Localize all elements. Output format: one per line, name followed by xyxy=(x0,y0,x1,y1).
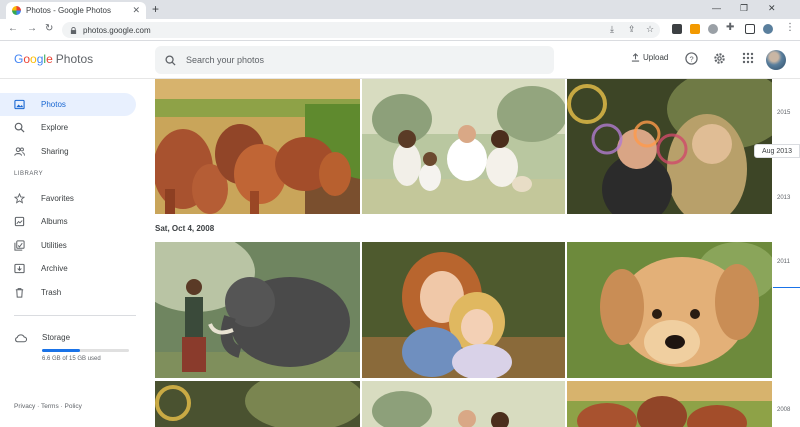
sidebar-item-utilities[interactable]: Utilities xyxy=(0,234,136,257)
photo-elephants-partial[interactable] xyxy=(567,381,772,427)
extension-icon[interactable] xyxy=(690,24,700,34)
extension-icon[interactable] xyxy=(672,24,682,34)
browser-toolbar: ← → ↻ photos.google.com ⤓ ⇪ ☆ ✚ ⋮ xyxy=(0,19,800,41)
minimize-icon[interactable]: — xyxy=(712,3,721,13)
sidebar-item-albums[interactable]: Albums xyxy=(0,210,136,233)
svg-text:?: ? xyxy=(689,54,693,63)
google-photos-logo[interactable]: Google Photos xyxy=(14,52,93,66)
cloud-icon xyxy=(15,334,27,343)
archive-icon xyxy=(14,263,25,274)
trash-icon xyxy=(15,288,24,298)
sidebar-item-photos[interactable]: Photos xyxy=(0,93,136,116)
search-icon xyxy=(14,122,25,133)
puzzle-icon[interactable]: ✚ xyxy=(726,22,734,33)
scrubber-date-tooltip: Aug 2013 xyxy=(754,144,800,158)
maximize-icon[interactable]: ❐ xyxy=(740,3,748,14)
library-section-label: LIBRARY xyxy=(14,171,44,177)
search-box[interactable] xyxy=(155,46,554,74)
browser-tab[interactable]: Photos - Google Photos ✕ xyxy=(6,2,146,19)
sidebar-item-favorites[interactable]: Favorites xyxy=(0,187,136,210)
photo-elephants[interactable] xyxy=(155,79,360,214)
close-window-icon[interactable]: ✕ xyxy=(768,3,776,14)
tab-title: Photos - Google Photos xyxy=(26,6,111,15)
scrubber-year: 2008 xyxy=(777,407,791,413)
photo-icon xyxy=(14,99,25,110)
sidepanel-icon[interactable] xyxy=(745,24,755,34)
scrubber-year: 2011 xyxy=(777,259,790,265)
scrubber-year: 2013 xyxy=(777,195,791,201)
profile-icon[interactable] xyxy=(763,24,773,34)
photo-hugging-girls[interactable] xyxy=(362,242,565,378)
privacy-link[interactable]: Privacy xyxy=(14,403,35,410)
download-icon[interactable]: ⤓ xyxy=(610,24,614,35)
timeline-scrubber[interactable]: 2015 2013 2011 2008 xyxy=(773,79,800,427)
forward-icon[interactable]: → xyxy=(27,23,37,34)
search-icon[interactable] xyxy=(165,54,176,66)
close-tab-icon[interactable]: ✕ xyxy=(132,5,140,16)
star-icon xyxy=(14,193,25,204)
scrubber-year: 2015 xyxy=(777,110,791,116)
photo-woman-with-elephant[interactable] xyxy=(155,242,360,378)
photo-bubbles-partial[interactable] xyxy=(155,381,360,427)
sidebar-item-explore[interactable]: Explore xyxy=(0,116,136,139)
gear-icon[interactable] xyxy=(713,52,726,65)
storage-label: Storage xyxy=(42,333,71,342)
url-text: photos.google.com xyxy=(83,25,151,35)
upload-icon xyxy=(631,53,640,62)
upload-button[interactable]: Upload xyxy=(631,53,668,62)
sidebar-item-archive[interactable]: Archive xyxy=(0,257,136,280)
sidebar: Photos Explore Sharing LIBRARY Favorites… xyxy=(0,79,148,427)
menu-icon[interactable]: ⋮ xyxy=(785,22,795,33)
photo-family-on-grass[interactable] xyxy=(362,79,565,214)
album-icon xyxy=(14,216,25,227)
share-icon[interactable]: ⇪ xyxy=(628,24,636,35)
app-header: GooglePhotos Upload ? xyxy=(0,41,800,79)
utilities-icon xyxy=(14,240,25,251)
photo-puppy[interactable] xyxy=(567,242,772,378)
photo-family-partial[interactable] xyxy=(362,381,565,427)
extension-icon[interactable] xyxy=(708,24,718,34)
lock-icon xyxy=(70,26,77,34)
browser-tab-bar: Photos - Google Photos ✕ + — ❐ ✕ xyxy=(0,0,800,19)
policy-link[interactable]: Policy xyxy=(65,403,82,410)
storage-used-text: 6.6 GB of 15 GB used xyxy=(42,356,101,362)
sidebar-item-sharing[interactable]: Sharing xyxy=(0,140,136,163)
back-icon[interactable]: ← xyxy=(8,23,18,34)
scrubber-position-line xyxy=(773,287,800,288)
people-icon xyxy=(14,147,25,156)
storage-bar-fill xyxy=(42,349,81,352)
storage-bar xyxy=(42,349,129,352)
terms-link[interactable]: Terms xyxy=(41,403,59,410)
date-section-label: Sat, Oct 4, 2008 xyxy=(155,224,215,233)
sidebar-item-trash[interactable]: Trash xyxy=(0,281,136,304)
star-icon[interactable]: ☆ xyxy=(646,24,654,35)
new-tab-icon[interactable]: + xyxy=(152,2,159,16)
apps-grid-icon[interactable] xyxy=(742,52,754,64)
photo-boy-and-woman-bubbles[interactable] xyxy=(567,79,772,214)
search-input[interactable] xyxy=(186,55,486,65)
help-icon[interactable]: ? xyxy=(685,52,698,65)
address-bar[interactable]: photos.google.com ⤓ ⇪ ☆ xyxy=(62,22,660,38)
footer-links: Privacy · Terms · Policy xyxy=(14,403,82,410)
reload-icon[interactable]: ↻ xyxy=(45,23,53,34)
google-photos-favicon-icon xyxy=(12,6,21,15)
avatar[interactable] xyxy=(766,50,786,70)
sidebar-divider xyxy=(14,315,136,316)
